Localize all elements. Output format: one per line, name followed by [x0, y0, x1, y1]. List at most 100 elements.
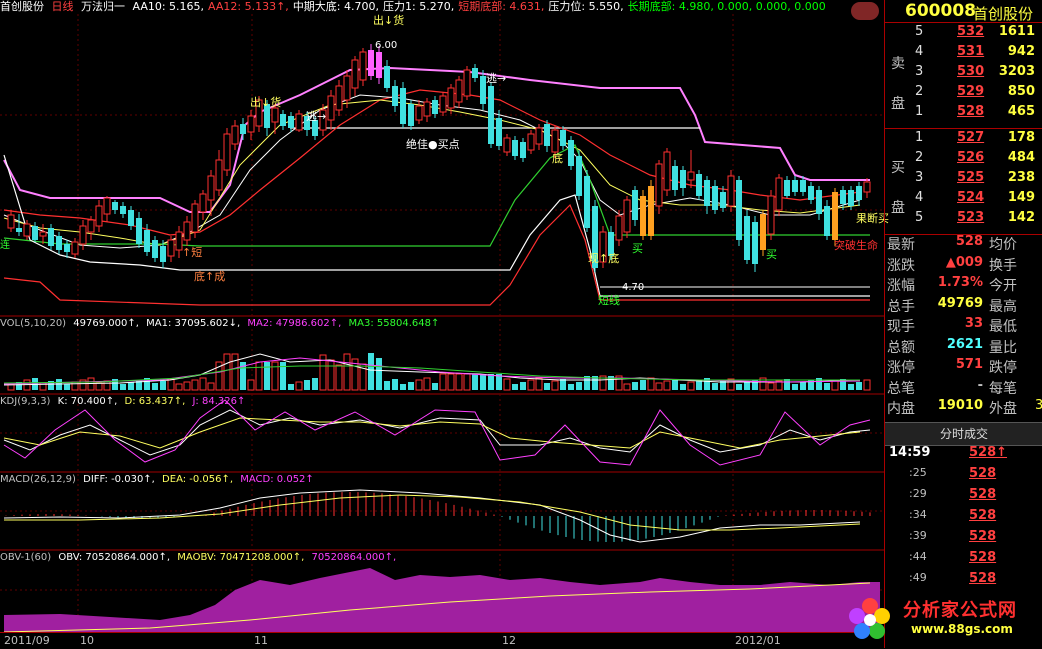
volume-bar [744, 382, 750, 390]
sell-volume: 465 [1007, 104, 1035, 119]
low-price-label: 4.70 [622, 282, 645, 293]
buy-row[interactable]: 5 523 142 [885, 210, 1042, 230]
tick-time: :49 [909, 571, 927, 584]
volume-bar [736, 384, 742, 390]
macd-diff [3, 489, 861, 543]
candle-body [39, 231, 47, 237]
volume-bar [304, 380, 310, 390]
macd-header: MACD(26,12,9) DIFF: -0.030↑, DEA: -0.056… [0, 474, 318, 486]
candlesticks [7, 44, 871, 272]
buy-row[interactable]: 1 527 178 [885, 130, 1042, 150]
volume-bar [480, 374, 486, 390]
volume-bar [784, 379, 790, 390]
volume-bar [207, 382, 215, 391]
candle-body [615, 215, 623, 241]
tick-price: 528 [969, 529, 997, 544]
sell-row[interactable]: 5 532 1611 [885, 24, 1042, 44]
sell-row[interactable]: 4 531 942 [885, 44, 1042, 64]
buy-row[interactable]: 4 524 149 [885, 190, 1042, 210]
volume-bar [800, 382, 806, 390]
logo-title: 分析家公式网 [903, 600, 1017, 621]
tab-tick-trades[interactable]: 分时成交 [885, 422, 1042, 446]
candle-body [7, 214, 15, 229]
buy-section: 买 盘 1 527 178 2 526 484 3 525 238 4 524 149 5 523 142 [885, 128, 1042, 235]
period-label: 日线 [51, 0, 74, 13]
candle-body [231, 125, 239, 145]
candle-body [784, 180, 790, 196]
volume-bar [687, 381, 695, 391]
candle-body [640, 196, 646, 236]
volume-bar [623, 383, 631, 391]
candle-body [384, 66, 390, 88]
volume-bar [447, 373, 455, 391]
sell-row[interactable]: 1 528 465 [885, 104, 1042, 124]
volume-bar [680, 384, 686, 390]
obv-value: OBV: 70520864.000↑, [58, 552, 171, 563]
stat-label: 均价 [989, 237, 1017, 253]
stat-value: 3 [1035, 398, 1042, 413]
tick-row: 14:59 528↑ [885, 445, 1042, 465]
tick-list: 14:59 528↑:25 528:29 528:34 528:39 528:44 528:… [885, 445, 1042, 590]
candle-body [687, 171, 695, 181]
volume-bar [472, 374, 478, 390]
candle-body [392, 86, 398, 106]
volume-bar [712, 383, 718, 390]
chuhuo-left-label: 出↓货 [250, 96, 282, 109]
candle-body [351, 59, 359, 89]
candle-body [824, 206, 830, 236]
quote-title: 600008 首创股份 [851, 0, 1042, 23]
candle-body [736, 180, 742, 240]
sell-level: 1 [915, 104, 924, 119]
stat-value: - [977, 377, 983, 393]
buy-row[interactable]: 3 525 238 [885, 170, 1042, 190]
candle-body [832, 192, 838, 240]
chart-area[interactable]: 首创股份 日线 万法归一 AA10: 5.165, AA12: 5.133↑, 中期… [0, 0, 889, 648]
volume-bar [576, 382, 582, 390]
sell-level: 5 [915, 24, 924, 39]
volume-bar [439, 373, 447, 391]
sell-row[interactable]: 3 530 3203 [885, 64, 1042, 84]
x-axis-label: 10 [80, 634, 94, 647]
obv-area [4, 568, 880, 632]
candle-body [368, 50, 374, 76]
candle-body [95, 205, 103, 227]
volume-bar [175, 383, 183, 391]
buy-level: 2 [915, 150, 924, 165]
candle-body [280, 114, 286, 126]
candle-body [343, 75, 351, 101]
vol-ma3 [3, 365, 860, 384]
tick-price: 528 [969, 487, 997, 502]
sell-price: 528 [957, 104, 985, 119]
candle-body [663, 151, 671, 191]
buy-row[interactable]: 2 526 484 [885, 150, 1042, 170]
x-axis-label: 11 [254, 634, 268, 647]
vol-ma2: MA2: 47986.602↑, [247, 318, 342, 329]
volume-bar [551, 380, 559, 391]
candle-body [752, 222, 758, 264]
candle-body [271, 107, 279, 123]
indicator-values: AA10: 5.165, AA12: 5.133↑, 中期大底: 4.700, 压力1… [133, 0, 830, 13]
volume-bar [520, 382, 526, 390]
stat-value: 2621 [946, 336, 983, 352]
volume-bar [512, 384, 518, 390]
volume-bar [792, 384, 798, 390]
volume-bar [856, 382, 862, 390]
volume-bar [455, 373, 463, 391]
candle-body [408, 104, 414, 126]
sell-row[interactable]: 2 529 850 [885, 84, 1042, 104]
stat-label: 每笔 [989, 380, 1017, 397]
volume-bar [408, 382, 414, 390]
sell-volume: 1611 [998, 24, 1035, 39]
volume-bar [632, 382, 638, 390]
tick-price: 528 [969, 550, 997, 565]
volume-bar [423, 377, 431, 391]
stat-row: 现手 33 最低 [885, 316, 1042, 336]
candle-body [568, 140, 574, 166]
candle-body [335, 85, 343, 111]
candle-body [472, 68, 478, 78]
candle-body [295, 113, 303, 131]
candle-body [288, 116, 294, 128]
volume-bar [831, 380, 839, 391]
macd-name: MACD(26,12,9) [0, 474, 76, 485]
candle-body [655, 163, 663, 207]
